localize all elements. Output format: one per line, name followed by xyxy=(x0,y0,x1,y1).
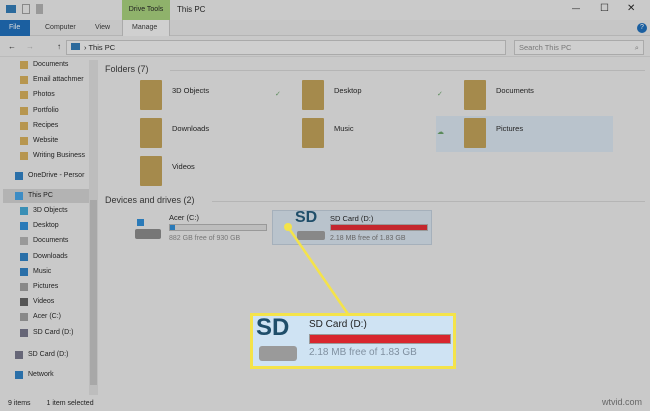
selection-count: 1 item selected xyxy=(46,400,94,407)
callout-drive-name: SD Card (D:) xyxy=(309,319,367,330)
sd-card-callout: SD SD Card (D:) 2.18 MB free of 1.83 GB xyxy=(250,313,456,369)
callout-usage-bar xyxy=(309,334,451,344)
sd-card-icon: SD xyxy=(256,314,290,341)
status-bar: 9 items 1 item selected xyxy=(0,397,650,411)
item-count: 9 items xyxy=(8,400,31,407)
drive-icon xyxy=(259,346,297,361)
callout-free-space: 2.18 MB free of 1.83 GB xyxy=(309,347,417,358)
sync-status-icon: ✓ xyxy=(275,91,281,98)
watermark: wtvid.com xyxy=(601,397,642,407)
sync-status-icon: ☁ xyxy=(437,129,444,136)
sync-status-icon: ✓ xyxy=(437,91,443,98)
